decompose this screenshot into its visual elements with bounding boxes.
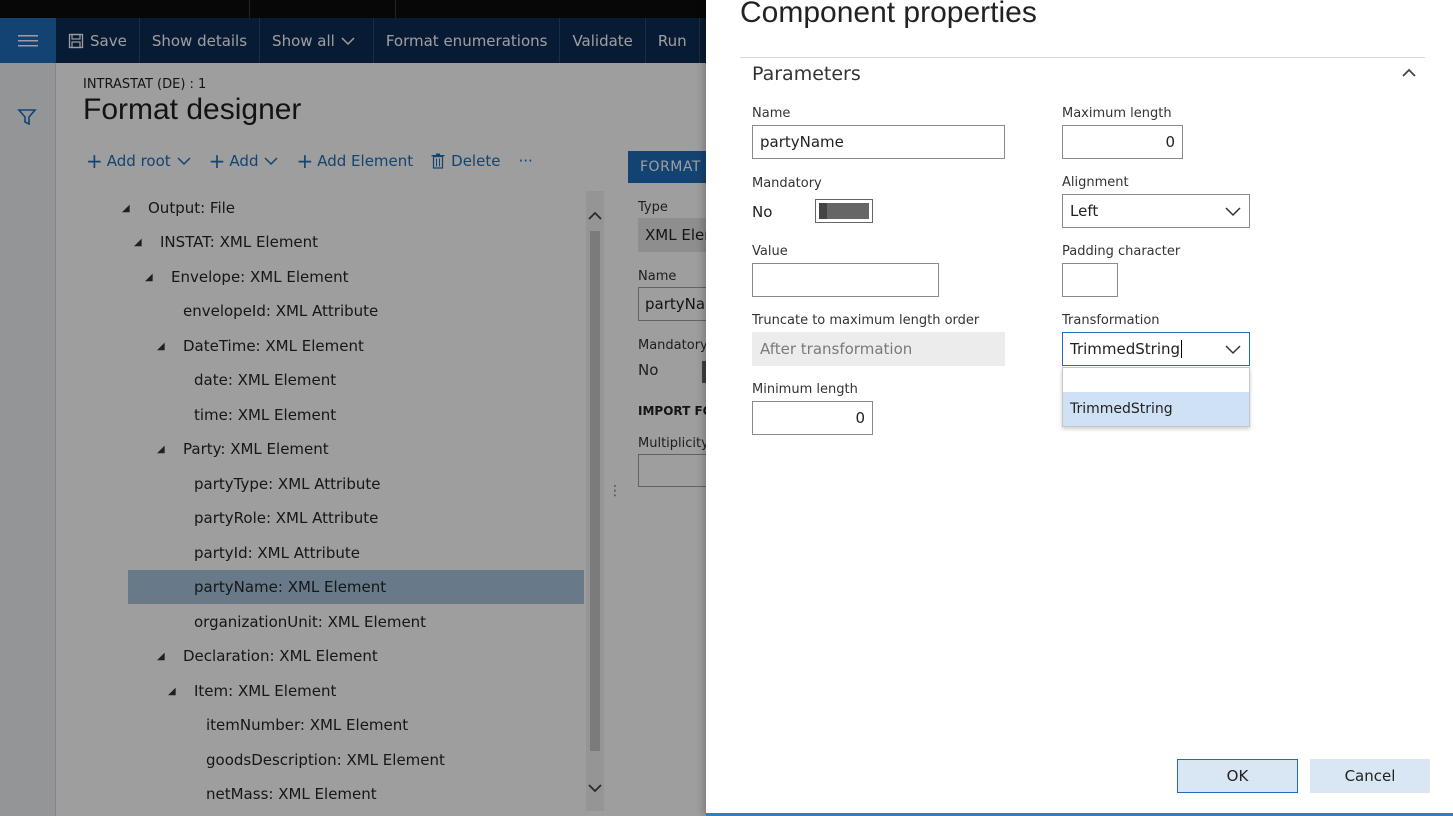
- dropdown-option-blank[interactable]: [1063, 368, 1249, 392]
- alignment-select[interactable]: Left: [1062, 194, 1250, 228]
- mandatory-label: Mandatory: [752, 176, 822, 191]
- alignment-label: Alignment: [1062, 175, 1129, 190]
- value-label: Value: [752, 244, 788, 259]
- padding-character-label: Padding character: [1062, 244, 1181, 259]
- ok-button[interactable]: OK: [1177, 759, 1298, 793]
- minimum-length-input[interactable]: 0: [752, 401, 873, 435]
- transformation-select[interactable]: TrimmedString: [1062, 332, 1250, 366]
- value-input[interactable]: [752, 263, 939, 297]
- section-header-parameters[interactable]: Parameters: [752, 63, 861, 85]
- dropdown-option-trimmedstring[interactable]: TrimmedString: [1063, 392, 1249, 426]
- chevron-down-icon: [1225, 345, 1241, 355]
- toggle-knob: [819, 203, 869, 219]
- name-input[interactable]: partyName: [752, 125, 1005, 159]
- component-properties-dialog: Component properties Parameters Name par…: [706, 0, 1453, 816]
- transformation-label: Transformation: [1062, 313, 1160, 328]
- chevron-down-icon: [1225, 207, 1241, 217]
- name-label: Name: [752, 106, 791, 121]
- modal-overlay[interactable]: [0, 0, 706, 816]
- text-caret: [1181, 340, 1183, 358]
- minimum-length-label: Minimum length: [752, 382, 858, 397]
- maximum-length-label: Maximum length: [1062, 106, 1172, 121]
- padding-character-input[interactable]: [1062, 263, 1118, 297]
- truncate-field: After transformation: [752, 332, 1005, 366]
- chevron-up-icon[interactable]: [1400, 64, 1418, 82]
- maximum-length-input[interactable]: 0: [1062, 125, 1183, 159]
- mandatory-toggle[interactable]: [815, 199, 873, 223]
- section-divider: [740, 57, 1425, 58]
- cancel-button[interactable]: Cancel: [1310, 759, 1430, 793]
- transformation-value: TrimmedString: [1070, 340, 1181, 358]
- mandatory-value: No: [752, 203, 773, 221]
- alignment-value: Left: [1070, 202, 1099, 220]
- dialog-title: Component properties: [740, 0, 1037, 29]
- truncate-label: Truncate to maximum length order: [752, 313, 980, 328]
- transformation-dropdown-list: TrimmedString: [1062, 367, 1250, 427]
